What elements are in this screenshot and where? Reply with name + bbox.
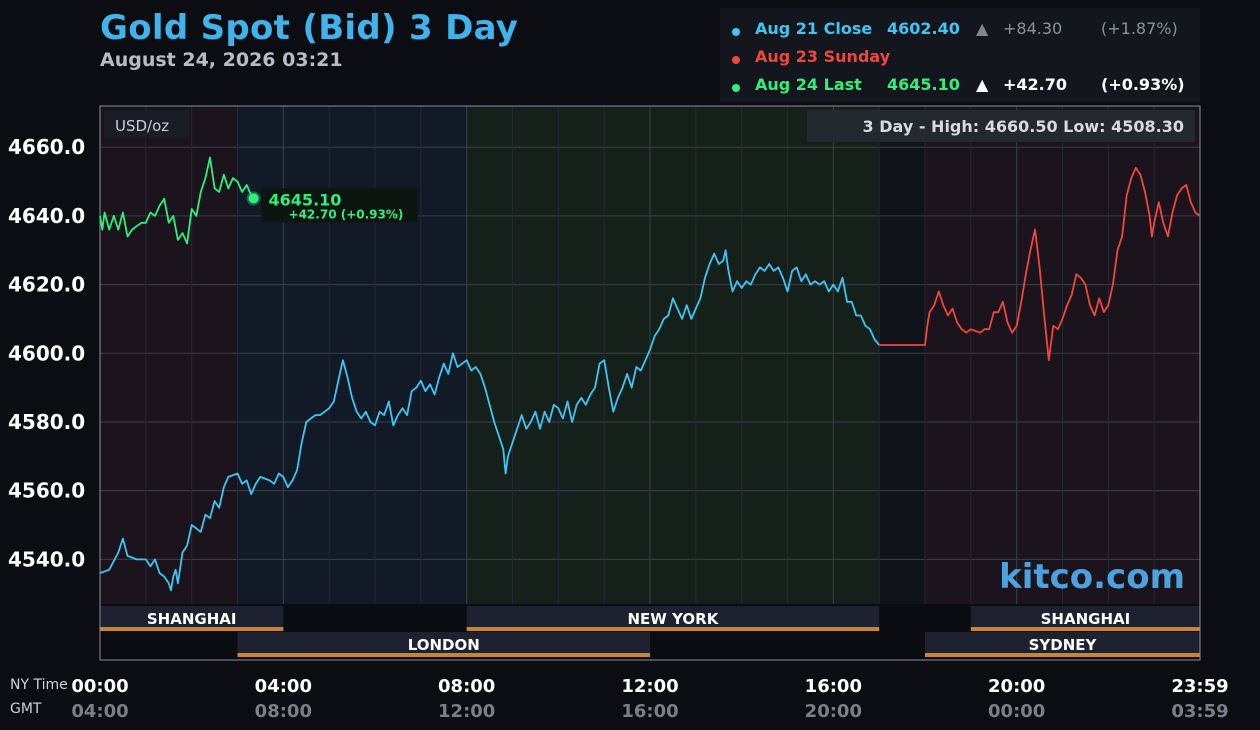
x-tick-label-ny: 00:00 bbox=[71, 676, 128, 697]
unit-label: USD/oz bbox=[115, 117, 169, 135]
x-tick-label-gmt: 00:00 bbox=[988, 701, 1045, 722]
x-tick-label-gmt: 04:00 bbox=[71, 701, 128, 722]
high-low-text: 3 Day - High: 4660.50 Low: 4508.30 bbox=[863, 117, 1184, 136]
y-tick-label: 4660.0 bbox=[8, 135, 85, 159]
last-price-dot bbox=[248, 193, 259, 204]
band-london bbox=[237, 106, 467, 604]
session-label-bottom: SYDNEY bbox=[1029, 636, 1098, 654]
x-row-label-ny: NY Time bbox=[10, 677, 68, 693]
x-tick-label-gmt: 12:00 bbox=[438, 701, 495, 722]
y-tick-label: 4620.0 bbox=[8, 273, 85, 297]
x-tick-label-ny: 16:00 bbox=[805, 676, 862, 697]
band-new-york bbox=[466, 106, 880, 604]
x-tick-label-gmt: 03:59 bbox=[1171, 701, 1228, 722]
y-tick-label: 4540.0 bbox=[8, 547, 85, 571]
x-tick-label-gmt: 08:00 bbox=[255, 701, 312, 722]
y-tick-label: 4600.0 bbox=[8, 341, 85, 365]
x-tick-label-gmt: 16:00 bbox=[621, 701, 678, 722]
session-label-top: NEW YORK bbox=[628, 610, 720, 628]
band-closed bbox=[879, 106, 925, 604]
y-tick-label: 4560.0 bbox=[8, 479, 85, 503]
session-label-top: SHANGHAI bbox=[1041, 610, 1131, 628]
x-tick-label-ny: 20:00 bbox=[988, 676, 1045, 697]
x-tick-label-ny: 04:00 bbox=[255, 676, 312, 697]
y-tick-label: 4580.0 bbox=[8, 410, 85, 434]
gold-price-chart: USD/oz 3 Day - High: 4660.50 Low: 4508.30… bbox=[8, 105, 1229, 722]
band-asia-early bbox=[100, 106, 238, 604]
x-tick-label-ny: 23:59 bbox=[1171, 676, 1228, 697]
y-tick-label: 4640.0 bbox=[8, 204, 85, 228]
session-label-bottom: LONDON bbox=[408, 636, 480, 654]
watermark: kitco.com bbox=[999, 557, 1185, 597]
session-label-top: SHANGHAI bbox=[147, 610, 237, 628]
x-tick-label-ny: 12:00 bbox=[621, 676, 678, 697]
x-tick-label-gmt: 20:00 bbox=[805, 701, 862, 722]
x-tick-label-ny: 08:00 bbox=[438, 676, 495, 697]
last-change-label: +42.70 (+0.93%) bbox=[289, 207, 404, 221]
x-row-label-gmt: GMT bbox=[10, 701, 42, 717]
